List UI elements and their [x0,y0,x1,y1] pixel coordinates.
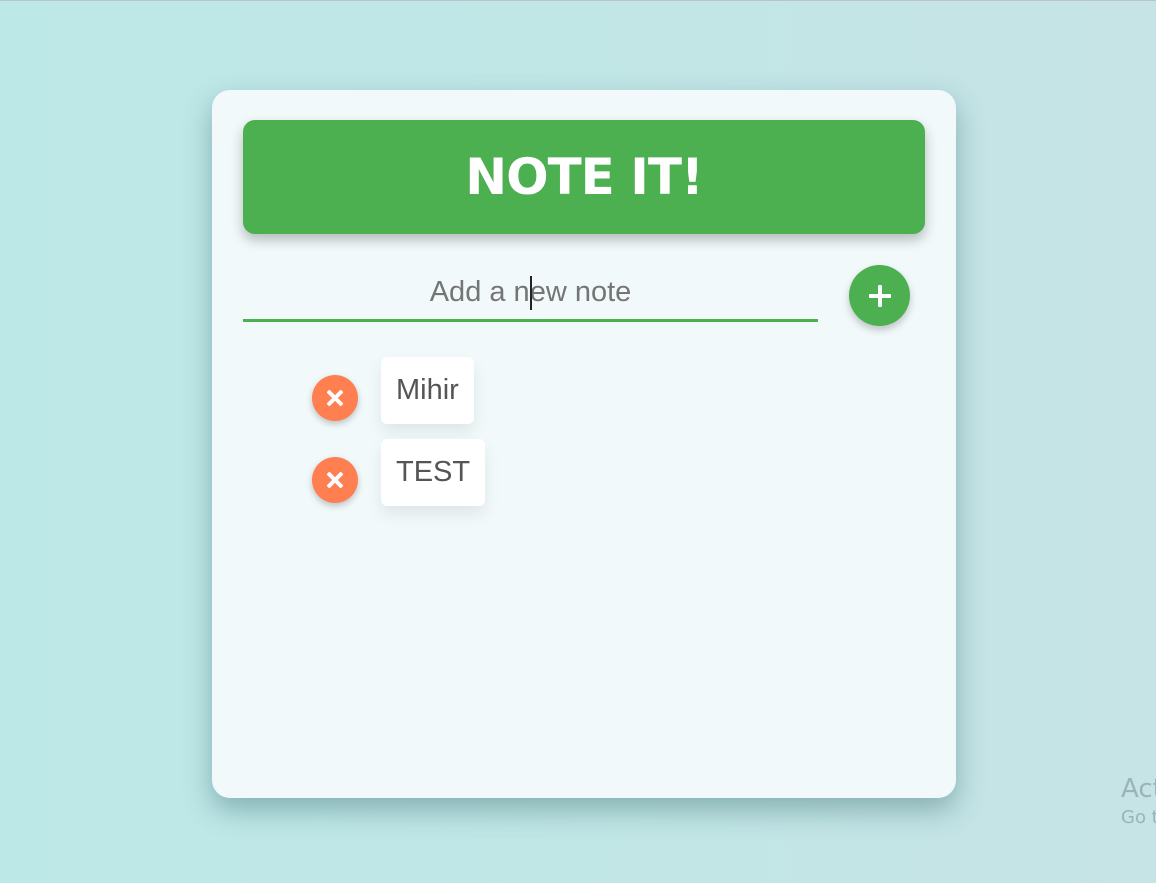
text-cursor [530,276,532,310]
watermark-subtitle: Go t [1121,807,1156,828]
note-text[interactable]: TEST [381,439,486,506]
plus-icon [868,284,891,307]
app-title: NOTE IT! [465,148,704,206]
watermark-title: Act [1121,774,1156,804]
delete-note-button[interactable] [312,457,358,503]
note-text[interactable]: Mihir [381,357,474,424]
notes-app-card: NOTE IT! Mihir TEST [212,90,956,798]
delete-note-button[interactable] [312,375,358,421]
close-icon [326,471,344,489]
window-top-border [0,0,1156,1]
activation-watermark: Act Go t [1121,772,1156,830]
app-header: NOTE IT! [243,120,925,234]
close-icon [326,389,344,407]
add-note-button[interactable] [849,265,910,326]
